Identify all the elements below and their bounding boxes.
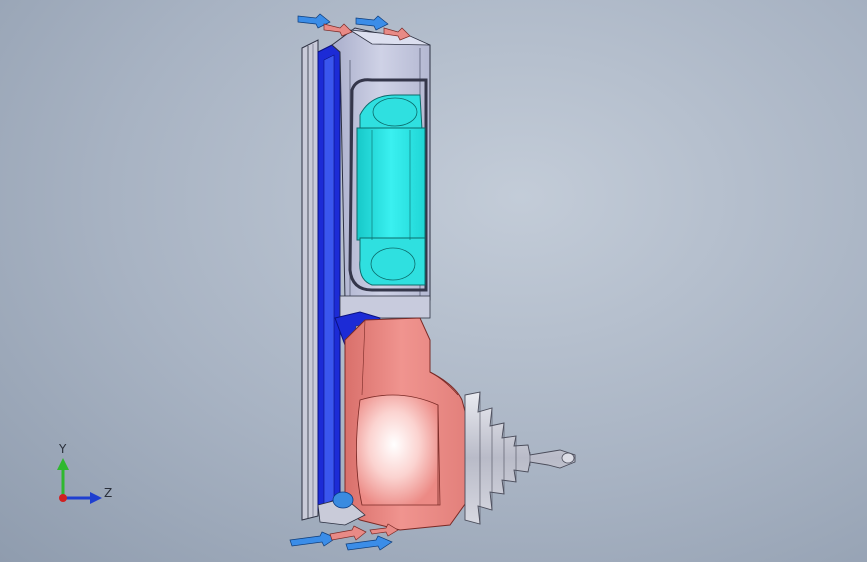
- blue-seal: [317, 44, 341, 513]
- y-axis-arrow-icon: [57, 458, 69, 470]
- back-plate: [301, 39, 319, 521]
- bellows-bushing: [464, 391, 576, 525]
- z-axis-arrow-icon: [90, 492, 102, 504]
- load-arrows-bottom: [289, 523, 399, 551]
- cyan-component: [356, 94, 426, 286]
- pink-body: [344, 317, 471, 531]
- triad-y-label: Y: [59, 442, 67, 456]
- coordinate-triad: [57, 458, 102, 504]
- graphics-viewport[interactable]: Y Z: [0, 0, 867, 562]
- x-axis-origin-icon: [59, 494, 67, 502]
- cad-model[interactable]: [0, 0, 867, 562]
- triad-z-label: Z: [104, 486, 113, 500]
